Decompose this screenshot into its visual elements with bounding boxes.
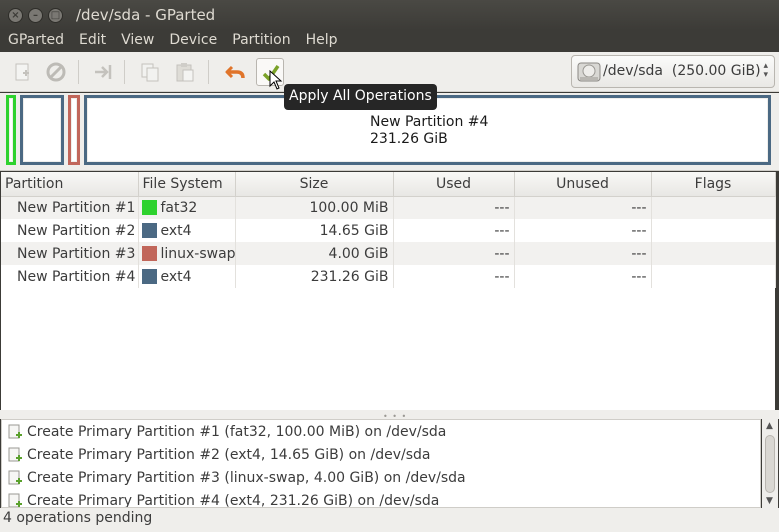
menu-device[interactable]: Device <box>161 30 224 52</box>
cell-unused: --- <box>514 219 652 242</box>
partitions-table: Partition File System Size Used Unused F… <box>1 172 776 410</box>
table-row[interactable]: New Partition #3 linux-swap 4.00 GiB ---… <box>1 242 776 265</box>
create-partition-icon <box>8 493 22 507</box>
list-item[interactable]: Create Primary Partition #2 (ext4, 14.65… <box>2 443 760 466</box>
new-partition-button[interactable] <box>8 58 36 86</box>
operation-label: Create Primary Partition #2 (ext4, 14.65… <box>27 446 431 463</box>
cell-flags <box>651 242 776 265</box>
scroll-down-icon[interactable]: ▼ <box>766 496 773 506</box>
operations-scrollbar[interactable]: ▲ ▼ <box>762 419 778 508</box>
create-partition-icon <box>8 470 22 484</box>
column-header-unused[interactable]: Unused <box>514 172 652 197</box>
window-controls: × – □ <box>8 8 63 23</box>
undo-button[interactable] <box>221 58 249 86</box>
scroll-up-icon[interactable]: ▲ <box>766 421 773 431</box>
cell-used: --- <box>393 219 515 242</box>
status-bar: 4 operations pending <box>0 508 779 532</box>
cell-filesystem: ext4 <box>138 265 236 288</box>
mouse-cursor-icon <box>269 70 283 90</box>
partition-map-seg-3[interactable] <box>68 95 80 165</box>
menu-gparted[interactable]: GParted <box>0 30 71 52</box>
toolbar-separator <box>124 60 125 84</box>
cell-unused: --- <box>514 242 652 265</box>
cell-flags <box>651 265 776 288</box>
cell-unused: --- <box>514 265 652 288</box>
list-item[interactable]: Create Primary Partition #1 (fat32, 100.… <box>2 420 760 443</box>
scrollbar-thumb[interactable] <box>765 435 775 493</box>
list-item[interactable]: Create Primary Partition #3 (linux-swap,… <box>2 466 760 489</box>
cell-filesystem: ext4 <box>138 219 236 242</box>
harddisk-icon <box>577 62 601 82</box>
cell-partition: New Partition #3 <box>1 242 139 265</box>
table-row[interactable]: New Partition #1 fat32 100.00 MiB --- --… <box>1 196 776 219</box>
selected-partition-label: New Partition #4 231.26 GiB <box>370 114 489 147</box>
resize-move-button[interactable] <box>89 58 117 86</box>
cell-used: --- <box>393 242 515 265</box>
cell-size: 14.65 GiB <box>235 219 394 242</box>
toolbar-separator <box>208 60 209 84</box>
menu-bar: GParted Edit View Device Partition Help <box>0 30 779 52</box>
device-label: /dev/sda (250.00 GiB) <box>603 63 761 79</box>
fs-color-swatch <box>141 245 157 261</box>
column-header-used[interactable]: Used <box>393 172 515 197</box>
pane-splitter[interactable]: • • • <box>0 410 779 421</box>
paste-button[interactable] <box>171 58 199 86</box>
window-title: /dev/sda - GParted <box>76 6 216 24</box>
chevron-updown-icon: ▴ ▾ <box>763 61 768 80</box>
operation-label: Create Primary Partition #1 (fat32, 100.… <box>27 423 447 440</box>
cell-size: 100.00 MiB <box>235 196 394 219</box>
new-partition-icon <box>15 63 29 81</box>
fs-color-swatch <box>141 222 157 238</box>
cell-used: --- <box>393 265 515 288</box>
cell-filesystem: fat32 <box>138 196 236 219</box>
table-row[interactable]: New Partition #2 ext4 14.65 GiB --- --- <box>1 219 776 242</box>
title-bar: × – □ /dev/sda - GParted <box>0 0 779 30</box>
list-item[interactable]: Create Primary Partition #4 (ext4, 231.2… <box>2 489 760 508</box>
delete-button[interactable] <box>42 58 70 86</box>
menu-view[interactable]: View <box>113 30 161 52</box>
cell-flags <box>651 219 776 242</box>
cell-size: 4.00 GiB <box>235 242 394 265</box>
partition-map-seg-1[interactable] <box>6 95 16 165</box>
copy-button[interactable] <box>136 58 164 86</box>
toolbar-separator <box>78 60 79 84</box>
cell-filesystem: linux-swap <box>138 242 236 265</box>
cell-partition: New Partition #4 <box>1 265 139 288</box>
apply-tooltip: Apply All Operations <box>284 84 437 110</box>
cell-partition: New Partition #1 <box>1 196 139 219</box>
copy-icon <box>141 63 159 82</box>
cell-size: 231.26 GiB <box>235 265 394 288</box>
column-header-partition[interactable]: Partition <box>1 172 139 197</box>
partition-map-seg-2[interactable] <box>20 95 64 165</box>
delete-icon <box>46 62 66 82</box>
fs-color-swatch <box>141 199 157 215</box>
undo-icon <box>225 65 245 79</box>
minimize-window-icon[interactable]: – <box>28 8 43 23</box>
column-header-filesystem[interactable]: File System <box>138 172 236 197</box>
menu-edit[interactable]: Edit <box>71 30 113 52</box>
maximize-window-icon[interactable]: □ <box>48 8 63 23</box>
operations-list: Create Primary Partition #1 (fat32, 100.… <box>1 419 761 508</box>
operation-label: Create Primary Partition #3 (linux-swap,… <box>27 469 466 486</box>
cell-unused: --- <box>514 196 652 219</box>
fs-color-swatch <box>141 268 157 284</box>
cell-flags <box>651 196 776 219</box>
paste-icon <box>176 63 194 82</box>
column-header-flags[interactable]: Flags <box>651 172 776 197</box>
create-partition-icon <box>8 424 22 438</box>
resize-move-icon <box>95 65 112 79</box>
create-partition-icon <box>8 447 22 461</box>
cell-used: --- <box>393 196 515 219</box>
column-header-size[interactable]: Size <box>235 172 394 197</box>
cell-partition: New Partition #2 <box>1 219 139 242</box>
device-selector[interactable]: /dev/sda (250.00 GiB) ▴ ▾ <box>571 55 775 88</box>
close-window-icon[interactable]: × <box>8 8 23 23</box>
table-row[interactable]: New Partition #4 ext4 231.26 GiB --- --- <box>1 265 776 288</box>
menu-help[interactable]: Help <box>298 30 345 52</box>
table-header-row: Partition File System Size Used Unused F… <box>1 172 776 197</box>
operation-label: Create Primary Partition #4 (ext4, 231.2… <box>27 492 440 508</box>
menu-partition[interactable]: Partition <box>224 30 297 52</box>
